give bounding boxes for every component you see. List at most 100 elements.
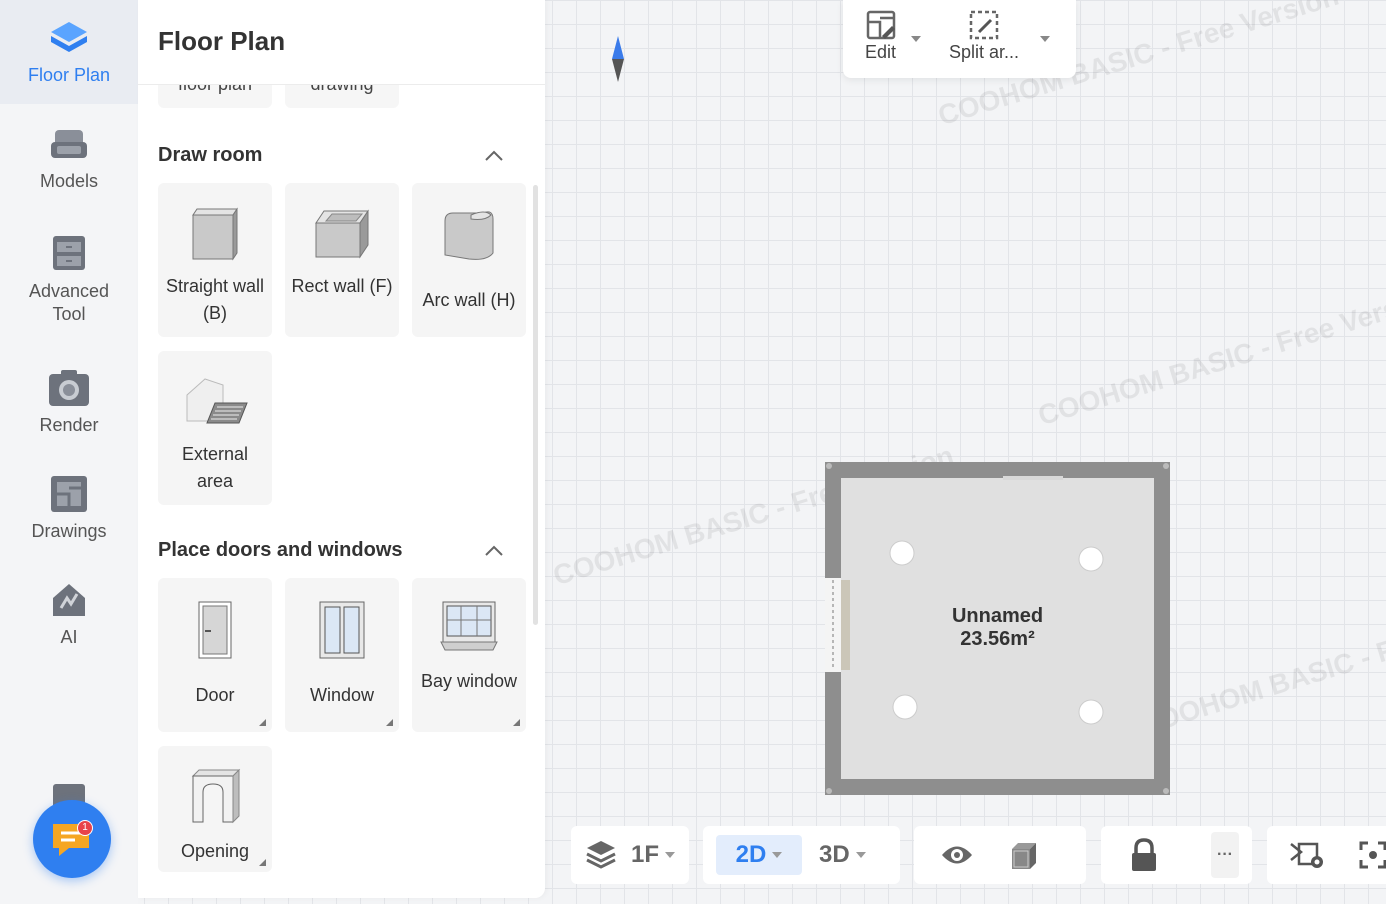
camera-settings-button[interactable] — [1289, 826, 1327, 884]
rect-wall-icon — [315, 209, 369, 259]
rail-item-drawings[interactable]: Drawings — [0, 474, 138, 554]
fit-view-button[interactable] — [1359, 826, 1386, 884]
chat-badge: 1 — [77, 820, 93, 836]
floor-selector[interactable]: 1F — [571, 826, 689, 884]
tool-label: Door — [195, 685, 235, 705]
view-2d-button[interactable]: 2D — [716, 835, 802, 875]
tool-rect-wall[interactable]: Rect wall (F) — [285, 183, 399, 337]
floor-plan-panel: floor plan drawing Floor Plan Draw room … — [138, 0, 545, 898]
view-2d-label: 2D — [735, 841, 767, 868]
view-mode-group: 2D 3D — [703, 826, 900, 884]
edit-dropdown-caret[interactable] — [911, 36, 921, 42]
layers-icon — [586, 841, 616, 869]
camera-settings-icon — [1290, 842, 1323, 868]
expand-corner-icon — [259, 859, 266, 866]
watermark: COOHOM BASIC - Free Version — [1034, 279, 1386, 432]
split-area-icon — [969, 10, 999, 40]
arc-wall-icon — [444, 211, 494, 260]
view-3d-label: 3D — [819, 841, 850, 868]
tool-label: Bay window — [420, 671, 518, 691]
edit-button[interactable]: Edit — [865, 10, 896, 63]
rail-item-floor-plan[interactable]: Floor Plan — [0, 0, 138, 104]
stub-card-drawing[interactable]: drawing — [285, 84, 399, 108]
floor-plan-icon — [51, 22, 87, 52]
cabinet-icon — [53, 236, 85, 270]
expand-corner-icon — [259, 719, 266, 726]
floor-label: 1F — [631, 841, 660, 868]
view-3d-button[interactable]: 3D — [819, 826, 866, 884]
split-area-label: Split ar... — [949, 42, 1020, 62]
display-group — [914, 826, 1086, 884]
camera-group — [1267, 826, 1386, 884]
tool-label: Rect wall (F) — [291, 276, 393, 296]
rail-label-ai: AI — [60, 627, 78, 647]
fit-view-icon — [1359, 841, 1386, 869]
chevron-up-icon[interactable] — [484, 146, 504, 166]
tool-window[interactable]: Window — [285, 578, 399, 732]
left-rail: Floor Plan Models Advanced Tool Render D… — [0, 0, 138, 904]
camera-icon — [49, 370, 89, 406]
3d-box-button[interactable] — [1008, 826, 1040, 884]
room-label: Unnamed 23.56m² — [825, 605, 1170, 651]
rail-item-models[interactable]: Models — [0, 128, 138, 208]
rail-label-floor-plan: Floor Plan — [27, 65, 111, 85]
panel-scrollbar[interactable] — [533, 185, 538, 625]
sofa-icon — [51, 130, 87, 158]
rail-label-models: Models — [39, 171, 99, 191]
more-button[interactable]: ··· — [1211, 832, 1239, 878]
divider — [138, 84, 545, 85]
window-icon — [319, 601, 365, 659]
tool-straight-wall[interactable]: Straight wall (B) — [158, 183, 272, 337]
tool-label: Straight wall (B) — [165, 276, 265, 323]
lock-button[interactable] — [1129, 826, 1159, 884]
tool-label: Window — [309, 685, 375, 705]
top-toolbar: Edit Split ar... — [843, 0, 1076, 78]
section-title-draw-room: Draw room — [158, 144, 263, 166]
rail-item-advanced-tool[interactable]: Advanced Tool — [0, 234, 138, 334]
rail-label-render: Render — [39, 415, 99, 435]
view-3d-caret — [855, 852, 866, 858]
tool-arc-wall[interactable]: Arc wall (H) — [412, 183, 526, 337]
straight-wall-icon — [192, 207, 238, 261]
split-dropdown-caret[interactable] — [1040, 36, 1050, 42]
split-area-button[interactable]: Split ar... — [949, 10, 1019, 63]
visibility-button[interactable] — [940, 826, 974, 884]
tool-door[interactable]: Door — [158, 578, 272, 732]
rail-item-render[interactable]: Render — [0, 368, 138, 448]
tool-external-area[interactable]: External area — [158, 351, 272, 505]
more-icon: ··· — [1217, 846, 1233, 863]
panel-title: Floor Plan — [158, 26, 286, 56]
section-title-doors-windows: Place doors and windows — [158, 539, 403, 561]
tool-opening[interactable]: Opening — [158, 746, 272, 872]
tool-label: External area — [181, 444, 249, 491]
cube-icon — [1012, 843, 1036, 869]
rail-item-ai[interactable]: AI — [0, 580, 138, 660]
chat-icon — [53, 824, 89, 856]
stub-label: floor plan — [177, 84, 253, 94]
room-name: Unnamed — [951, 605, 1044, 627]
watermark: COOHOM BASIC - Free Version — [1134, 590, 1386, 742]
compass-icon[interactable] — [612, 36, 624, 82]
view-2d-caret — [772, 852, 783, 858]
rail-label-drawings: Drawings — [31, 521, 107, 541]
expand-corner-icon — [513, 719, 520, 726]
lock-icon — [1132, 838, 1156, 871]
stub-label: drawing — [310, 84, 374, 94]
drawings-icon — [51, 476, 87, 512]
chat-button[interactable]: 1 — [33, 800, 111, 878]
tool-bay-window[interactable]: Bay window — [412, 578, 526, 732]
chevron-up-icon[interactable] — [484, 541, 504, 561]
edit-icon — [866, 10, 895, 40]
stub-card-floor-plan[interactable]: floor plan — [158, 84, 272, 108]
ai-icon — [53, 584, 85, 616]
tool-label: Arc wall (H) — [422, 290, 516, 310]
expand-corner-icon — [386, 719, 393, 726]
room-area: 23.56m² — [960, 628, 1035, 650]
external-area-icon — [186, 378, 248, 424]
bay-window-icon — [440, 601, 498, 651]
opening-icon — [191, 768, 241, 824]
door-icon — [198, 601, 232, 659]
eye-icon — [942, 846, 972, 864]
floor-button[interactable]: 1F — [585, 826, 676, 884]
room-unnamed[interactable]: Unnamed 23.56m² — [825, 462, 1170, 795]
